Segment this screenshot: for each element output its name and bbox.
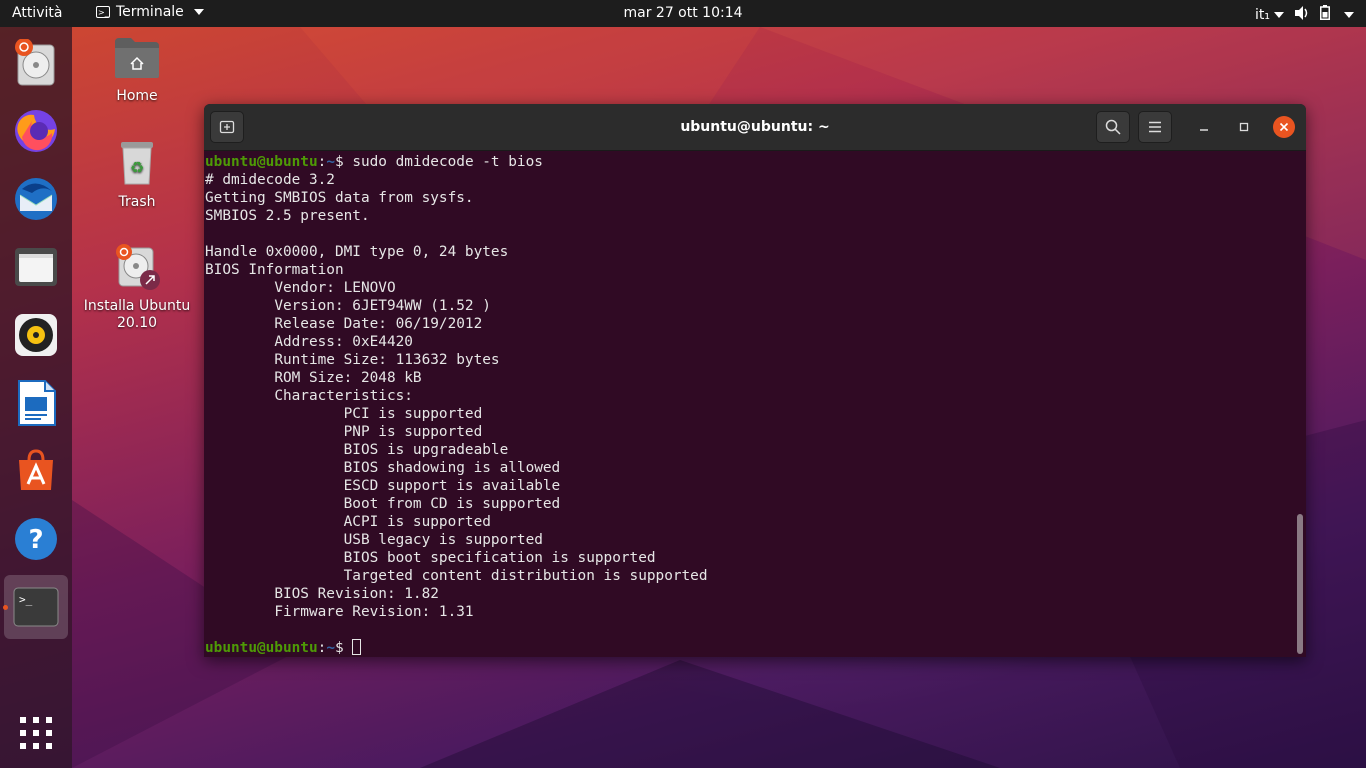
dock-item-files[interactable] xyxy=(8,239,64,295)
prompt-user: ubuntu@ubuntu xyxy=(205,640,318,656)
volume-icon[interactable] xyxy=(1294,5,1310,24)
prompt-dollar: $ xyxy=(334,154,353,170)
chevron-down-icon xyxy=(193,9,204,15)
grid-icon xyxy=(20,717,52,749)
files-icon xyxy=(15,248,57,286)
trash-icon: ♻ xyxy=(121,142,153,185)
dock-item-writer[interactable] xyxy=(8,375,64,431)
search-button[interactable] xyxy=(1096,111,1130,143)
prompt-separator: : xyxy=(317,640,327,656)
terminal-content[interactable]: ubuntu@ubuntu:~$ sudo dmidecode -t bios … xyxy=(205,153,1293,656)
menu-button[interactable] xyxy=(1138,111,1172,143)
dock-item-terminal[interactable]: >_ xyxy=(4,575,68,639)
keyboard-layout-indicator[interactable]: it₁ xyxy=(1255,7,1284,23)
svg-text:?: ? xyxy=(28,525,43,555)
keyboard-layout-label: it₁ xyxy=(1255,6,1270,23)
desktop-icon-trash[interactable]: ♻ Trash xyxy=(82,140,192,211)
activities-button[interactable]: Attività xyxy=(12,5,62,21)
battery-icon[interactable] xyxy=(1320,5,1330,24)
close-button[interactable] xyxy=(1273,116,1295,138)
help-icon: ? xyxy=(15,518,57,560)
minimize-icon xyxy=(1200,129,1208,131)
top-bar: Attività >_ Terminale mar 27 ott 10:14 i… xyxy=(0,0,1366,27)
system-menu-chevron-icon[interactable] xyxy=(1344,11,1354,18)
prompt-user: ubuntu@ubuntu xyxy=(205,154,318,170)
show-applications-button[interactable] xyxy=(8,705,64,761)
command-output: # dmidecode 3.2 Getting SMBIOS data from… xyxy=(205,172,708,620)
disk-installer-icon xyxy=(15,39,55,86)
clock-container: mar 27 ott 10:14 xyxy=(0,5,1366,21)
system-tray[interactable]: it₁ xyxy=(1255,5,1354,24)
desktop-icon-installer[interactable]: Installa Ubuntu 20.10 xyxy=(82,244,192,332)
prompt-path: ~ xyxy=(326,640,335,656)
disk-installer-icon xyxy=(116,244,160,290)
text-cursor xyxy=(352,639,362,655)
dock: ? >_ xyxy=(0,27,72,768)
dock-item-thunderbird[interactable] xyxy=(8,171,64,227)
maximize-button[interactable] xyxy=(1234,117,1254,137)
chevron-down-icon xyxy=(1274,11,1284,18)
dock-item-rhythmbox[interactable] xyxy=(8,307,64,363)
writer-icon xyxy=(18,380,56,426)
desktop-icon-label: Trash xyxy=(118,194,156,210)
close-icon xyxy=(1279,122,1289,132)
hamburger-icon xyxy=(1149,121,1161,133)
scrollbar[interactable] xyxy=(1297,514,1303,654)
thunderbird-icon xyxy=(15,178,57,220)
svg-text:♻: ♻ xyxy=(130,158,144,177)
dock-item-software[interactable] xyxy=(8,443,64,499)
svg-text:>_: >_ xyxy=(19,593,33,606)
desktop-icon-home[interactable]: Home xyxy=(82,36,192,105)
installer-label-line2: 20.10 xyxy=(116,315,158,331)
dock-item-installer[interactable] xyxy=(8,35,64,91)
firefox-icon xyxy=(15,110,57,152)
minimize-button[interactable] xyxy=(1194,117,1214,137)
prompt-separator: : xyxy=(317,154,327,170)
rhythmbox-icon xyxy=(15,314,57,356)
software-icon xyxy=(19,449,53,490)
app-menu-label: Terminale xyxy=(116,4,184,20)
clock[interactable]: mar 27 ott 10:14 xyxy=(623,5,742,21)
prompt-dollar: $ xyxy=(334,640,353,656)
terminal-window: ubuntu@ubuntu: ~ ubuntu@ubuntu:~$ sudo d… xyxy=(204,104,1306,657)
terminal-small-icon: >_ xyxy=(96,6,110,18)
maximize-icon xyxy=(1239,122,1249,132)
desktop-icon-label: Installa Ubuntu 20.10 xyxy=(82,298,192,332)
prompt-path: ~ xyxy=(326,154,335,170)
search-icon xyxy=(1105,119,1121,135)
home-folder-icon xyxy=(115,38,159,78)
terminal-icon: >_ xyxy=(13,587,59,627)
installer-label-line1: Installa Ubuntu xyxy=(83,298,191,314)
window-titlebar[interactable]: ubuntu@ubuntu: ~ xyxy=(204,104,1306,151)
running-indicator xyxy=(3,605,8,610)
desktop-icon-label: Home xyxy=(116,88,158,104)
dock-item-firefox[interactable] xyxy=(8,103,64,159)
dock-item-help[interactable]: ? xyxy=(8,511,64,567)
command-text: sudo dmidecode -t bios xyxy=(352,154,543,170)
app-menu[interactable]: >_ Terminale xyxy=(96,4,204,20)
